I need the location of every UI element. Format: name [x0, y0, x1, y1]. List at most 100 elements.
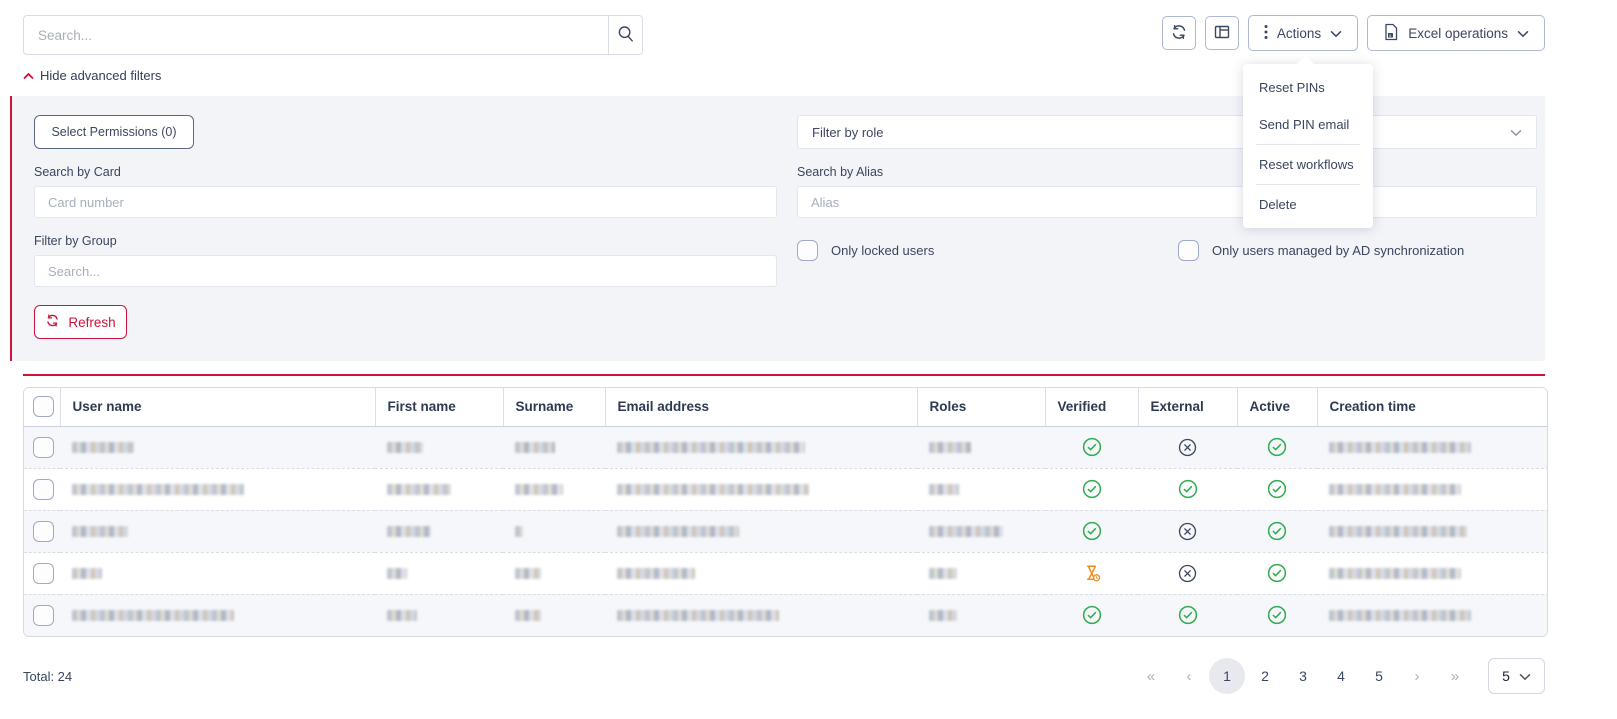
select-all-checkbox[interactable] — [33, 396, 54, 417]
external-cross-circle-icon — [1178, 438, 1197, 455]
excel-operations-button[interactable]: x Excel operations — [1367, 15, 1545, 51]
page-button-3[interactable]: 3 — [1285, 658, 1321, 694]
total-count: Total: 24 — [23, 669, 72, 684]
table-row-5 — [24, 594, 1548, 636]
row-checkbox[interactable] — [33, 605, 54, 626]
first-name-redacted — [387, 610, 417, 621]
page-button-4[interactable]: 4 — [1323, 658, 1359, 694]
only-locked-users-label: Only locked users — [831, 243, 934, 258]
topbar-actions: Actions x Excel operations — [1162, 15, 1545, 51]
menu-divider — [1256, 144, 1360, 145]
column-settings-button[interactable] — [1205, 16, 1239, 50]
verified-check-circle-icon — [1082, 480, 1102, 497]
username-redacted — [72, 568, 102, 579]
alias-input[interactable] — [797, 186, 1537, 218]
first-page-button[interactable]: « — [1133, 658, 1169, 694]
email-redacted — [617, 610, 779, 621]
email-redacted — [617, 484, 809, 495]
hide-advanced-filters-toggle[interactable]: Hide advanced filters — [23, 68, 161, 83]
search-by-alias-label: Search by Alias — [797, 165, 1537, 179]
search-input[interactable] — [23, 15, 608, 55]
table-header-row: User nameFirst nameSurnameEmail addressR… — [24, 388, 1548, 426]
chevron-down-icon — [1330, 26, 1342, 41]
filter-by-role-select[interactable]: Filter by role — [797, 115, 1537, 149]
chevron-up-icon — [23, 68, 34, 83]
search-button[interactable] — [608, 15, 643, 55]
group-search-input[interactable] — [34, 255, 777, 287]
section-divider — [23, 374, 1545, 376]
row-checkbox[interactable] — [33, 479, 54, 500]
email-redacted — [617, 568, 695, 579]
only-locked-users-checkbox[interactable] — [797, 240, 818, 261]
prev-page-button[interactable]: ‹ — [1171, 658, 1207, 694]
active-check-circle-icon — [1267, 606, 1287, 623]
username-redacted — [72, 526, 128, 537]
only-ad-sync-users-checkbox[interactable] — [1178, 240, 1199, 261]
active-check-circle-icon — [1267, 480, 1287, 497]
active-check-circle-icon — [1267, 438, 1287, 455]
column-header-roles: Roles — [917, 388, 1045, 426]
column-header-external: External — [1138, 388, 1237, 426]
menu-item-reset-workflows[interactable]: Reset workflows — [1243, 146, 1373, 183]
roles-redacted — [929, 442, 971, 453]
table-row-4 — [24, 552, 1548, 594]
menu-divider — [1256, 184, 1360, 185]
users-table: User nameFirst nameSurnameEmail addressR… — [23, 387, 1548, 637]
excel-button-label: Excel operations — [1408, 26, 1508, 41]
refresh-grid-button[interactable] — [1162, 16, 1196, 50]
first-name-redacted — [387, 568, 407, 579]
page-button-1[interactable]: 1 — [1209, 658, 1245, 694]
column-header-active: Active — [1237, 388, 1317, 426]
actions-button[interactable]: Actions — [1248, 15, 1358, 51]
select-permissions-button[interactable]: Select Permissions (0) — [34, 115, 194, 149]
refresh-icon — [1170, 23, 1188, 44]
page-button-2[interactable]: 2 — [1247, 658, 1283, 694]
page-button-5[interactable]: 5 — [1361, 658, 1397, 694]
column-header-user-name: User name — [60, 388, 375, 426]
page-size-value: 5 — [1502, 668, 1510, 684]
roles-redacted — [929, 568, 957, 579]
verified-check-circle-icon — [1082, 606, 1102, 623]
surname-redacted — [515, 568, 541, 579]
next-page-button[interactable]: › — [1399, 658, 1435, 694]
row-checkbox[interactable] — [33, 437, 54, 458]
menu-item-reset-pins[interactable]: Reset PINs — [1243, 69, 1373, 106]
column-header-email-address: Email address — [605, 388, 917, 426]
row-checkbox[interactable] — [33, 521, 54, 542]
external-cross-circle-icon — [1178, 522, 1197, 539]
roles-redacted — [929, 610, 957, 621]
table-row-2 — [24, 468, 1548, 510]
verified-check-circle-icon — [1082, 522, 1102, 539]
external-cross-circle-icon — [1178, 564, 1197, 581]
chevron-down-icon — [1517, 26, 1529, 41]
creation-time-redacted — [1329, 484, 1461, 495]
external-check-circle-icon — [1178, 606, 1198, 623]
refresh-filters-button[interactable]: Refresh — [34, 305, 127, 339]
active-check-circle-icon — [1267, 564, 1287, 581]
username-redacted — [72, 442, 134, 453]
menu-item-delete[interactable]: Delete — [1243, 186, 1373, 223]
surname-redacted — [515, 442, 555, 453]
surname-redacted — [515, 484, 563, 495]
active-check-circle-icon — [1267, 522, 1287, 539]
last-page-button[interactable]: » — [1437, 658, 1473, 694]
search-icon — [617, 25, 635, 46]
column-header-verified: Verified — [1045, 388, 1138, 426]
username-redacted — [72, 610, 234, 621]
email-redacted — [617, 526, 739, 537]
row-checkbox[interactable] — [33, 563, 54, 584]
table-footer: Total: 24 «‹12345›» 5 — [23, 658, 1545, 694]
creation-time-redacted — [1329, 442, 1471, 453]
card-number-input[interactable] — [34, 186, 777, 218]
search-by-card-label: Search by Card — [34, 165, 777, 179]
chevron-down-icon — [1510, 125, 1522, 140]
first-name-redacted — [387, 484, 451, 495]
roles-redacted — [929, 526, 1003, 537]
email-redacted — [617, 442, 805, 453]
table-body — [24, 426, 1548, 636]
filter-by-group-label: Filter by Group — [34, 234, 777, 248]
page-size-select[interactable]: 5 — [1488, 658, 1545, 694]
filters-toggle-label: Hide advanced filters — [40, 68, 161, 83]
verified-pending-hourglass-icon — [1082, 564, 1102, 581]
menu-item-send-pin-email[interactable]: Send PIN email — [1243, 106, 1373, 143]
